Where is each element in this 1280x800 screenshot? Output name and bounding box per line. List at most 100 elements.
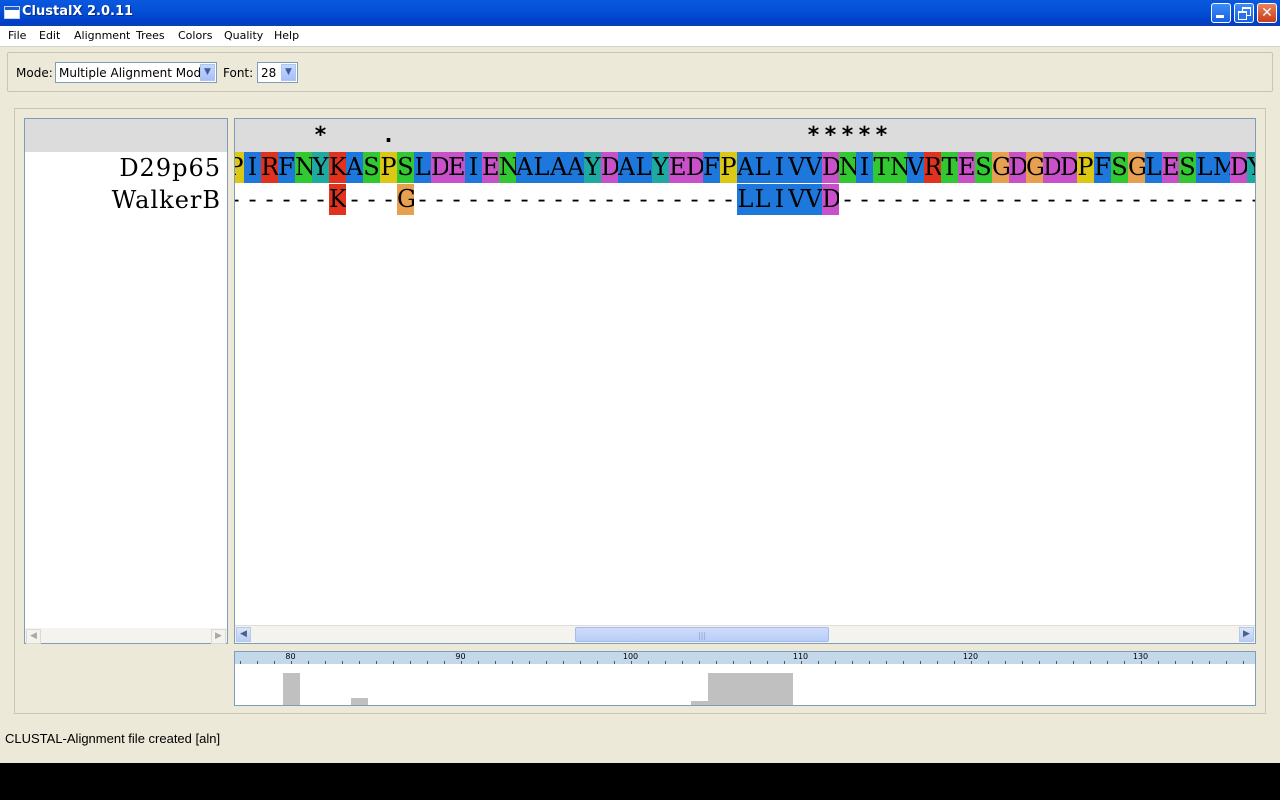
title-bar[interactable]: ClustalX 2.0.11 ✕ bbox=[0, 0, 1280, 26]
residue[interactable]: - bbox=[278, 184, 295, 215]
scroll-left-icon[interactable]: ◀ bbox=[236, 627, 251, 642]
residue[interactable]: - bbox=[1026, 184, 1043, 215]
residue[interactable]: D bbox=[1060, 152, 1077, 183]
residue[interactable]: I bbox=[465, 152, 482, 183]
residue[interactable]: - bbox=[873, 184, 890, 215]
residue[interactable]: L bbox=[737, 184, 754, 215]
residue[interactable]: P bbox=[1077, 152, 1094, 183]
restore-button[interactable] bbox=[1234, 3, 1254, 23]
residue[interactable]: - bbox=[235, 184, 244, 215]
residue[interactable]: - bbox=[1128, 184, 1145, 215]
residue[interactable]: - bbox=[890, 184, 907, 215]
sequence-name[interactable]: D29p65 bbox=[119, 154, 221, 182]
scroll-thumb[interactable]: ||| bbox=[575, 627, 829, 642]
residue[interactable]: - bbox=[992, 184, 1009, 215]
menu-alignment[interactable]: Alignment bbox=[74, 29, 130, 42]
menu-file[interactable]: File bbox=[8, 29, 26, 42]
residue[interactable]: N bbox=[890, 152, 907, 183]
residue[interactable]: N bbox=[839, 152, 856, 183]
residue[interactable]: - bbox=[1094, 184, 1111, 215]
residue[interactable]: K bbox=[329, 184, 346, 215]
residue[interactable]: K bbox=[329, 152, 346, 183]
residue[interactable]: - bbox=[1213, 184, 1230, 215]
residue[interactable]: E bbox=[448, 152, 465, 183]
residue[interactable]: - bbox=[261, 184, 278, 215]
residue[interactable]: - bbox=[448, 184, 465, 215]
residue[interactable]: P bbox=[235, 152, 244, 183]
residue[interactable]: - bbox=[941, 184, 958, 215]
residue[interactable]: P bbox=[380, 152, 397, 183]
residue[interactable]: D bbox=[822, 184, 839, 215]
residue[interactable]: D bbox=[1043, 152, 1060, 183]
residue[interactable]: A bbox=[550, 152, 567, 183]
residue[interactable]: - bbox=[686, 184, 703, 215]
residue[interactable]: P bbox=[720, 152, 737, 183]
residue[interactable]: - bbox=[1162, 184, 1179, 215]
menu-quality[interactable]: Quality bbox=[224, 29, 263, 42]
menu-trees[interactable]: Trees bbox=[136, 29, 165, 42]
sequence-row[interactable]: ------K---G-------------------LLIVVD----… bbox=[235, 184, 1255, 215]
residue[interactable]: - bbox=[635, 184, 652, 215]
residue[interactable]: - bbox=[1145, 184, 1162, 215]
residue[interactable]: - bbox=[907, 184, 924, 215]
residue[interactable]: - bbox=[465, 184, 482, 215]
residue[interactable]: Y bbox=[312, 152, 329, 183]
residue[interactable]: D bbox=[431, 152, 448, 183]
residue[interactable]: N bbox=[295, 152, 312, 183]
residue[interactable]: - bbox=[1196, 184, 1213, 215]
residue[interactable]: I bbox=[771, 152, 788, 183]
residue[interactable]: L bbox=[754, 152, 771, 183]
residue[interactable]: - bbox=[363, 184, 380, 215]
scroll-right-icon[interactable]: ▶ bbox=[1239, 627, 1254, 642]
residue[interactable]: - bbox=[380, 184, 397, 215]
sequence-scrollbar[interactable]: ◀ ||| ▶ bbox=[235, 625, 1255, 643]
scroll-left-icon[interactable]: ◀ bbox=[26, 629, 41, 644]
residue[interactable]: L bbox=[754, 184, 771, 215]
residue[interactable]: - bbox=[431, 184, 448, 215]
residue[interactable]: - bbox=[601, 184, 618, 215]
residue[interactable]: S bbox=[1111, 152, 1128, 183]
residue[interactable]: N bbox=[499, 152, 516, 183]
font-select[interactable]: 28 ▼ bbox=[257, 62, 298, 83]
residue[interactable]: - bbox=[499, 184, 516, 215]
residue[interactable]: F bbox=[278, 152, 295, 183]
residue[interactable]: D bbox=[822, 152, 839, 183]
residue[interactable]: - bbox=[550, 184, 567, 215]
sequence-panel[interactable]: *.***** PIRFNYKASPSLDEIENALAAYDALYEDFPAL… bbox=[234, 118, 1256, 644]
residue[interactable]: M bbox=[1213, 152, 1230, 183]
residue[interactable]: V bbox=[788, 184, 805, 215]
residue[interactable]: - bbox=[295, 184, 312, 215]
residue[interactable]: D bbox=[1009, 152, 1026, 183]
residue[interactable]: - bbox=[839, 184, 856, 215]
residue[interactable]: - bbox=[482, 184, 499, 215]
residue[interactable]: V bbox=[907, 152, 924, 183]
residue[interactable]: A bbox=[346, 152, 363, 183]
residue[interactable]: A bbox=[737, 152, 754, 183]
minimize-button[interactable] bbox=[1211, 3, 1231, 23]
residue[interactable]: E bbox=[1162, 152, 1179, 183]
residue[interactable]: V bbox=[805, 152, 822, 183]
residue[interactable]: - bbox=[703, 184, 720, 215]
residue[interactable]: L bbox=[414, 152, 431, 183]
mode-select[interactable]: Multiple Alignment Mode ▼ bbox=[55, 62, 217, 83]
residue[interactable]: S bbox=[975, 152, 992, 183]
residue[interactable]: I bbox=[244, 152, 261, 183]
residue[interactable]: - bbox=[652, 184, 669, 215]
residue[interactable]: - bbox=[720, 184, 737, 215]
residue[interactable]: Y bbox=[652, 152, 669, 183]
residue[interactable]: - bbox=[244, 184, 261, 215]
residue[interactable]: - bbox=[346, 184, 363, 215]
residue[interactable]: - bbox=[516, 184, 533, 215]
residue[interactable]: D bbox=[686, 152, 703, 183]
residue[interactable]: - bbox=[1009, 184, 1026, 215]
residue[interactable]: - bbox=[924, 184, 941, 215]
names-scrollbar[interactable]: ◀ ▶ bbox=[25, 628, 227, 644]
residue[interactable]: G bbox=[1128, 152, 1145, 183]
sequence-name[interactable]: WalkerB bbox=[112, 186, 221, 214]
residue[interactable]: D bbox=[1230, 152, 1247, 183]
residue[interactable]: A bbox=[567, 152, 584, 183]
residue[interactable]: - bbox=[1077, 184, 1094, 215]
residue[interactable]: - bbox=[1111, 184, 1128, 215]
residue[interactable]: - bbox=[312, 184, 329, 215]
residue[interactable]: G bbox=[992, 152, 1009, 183]
